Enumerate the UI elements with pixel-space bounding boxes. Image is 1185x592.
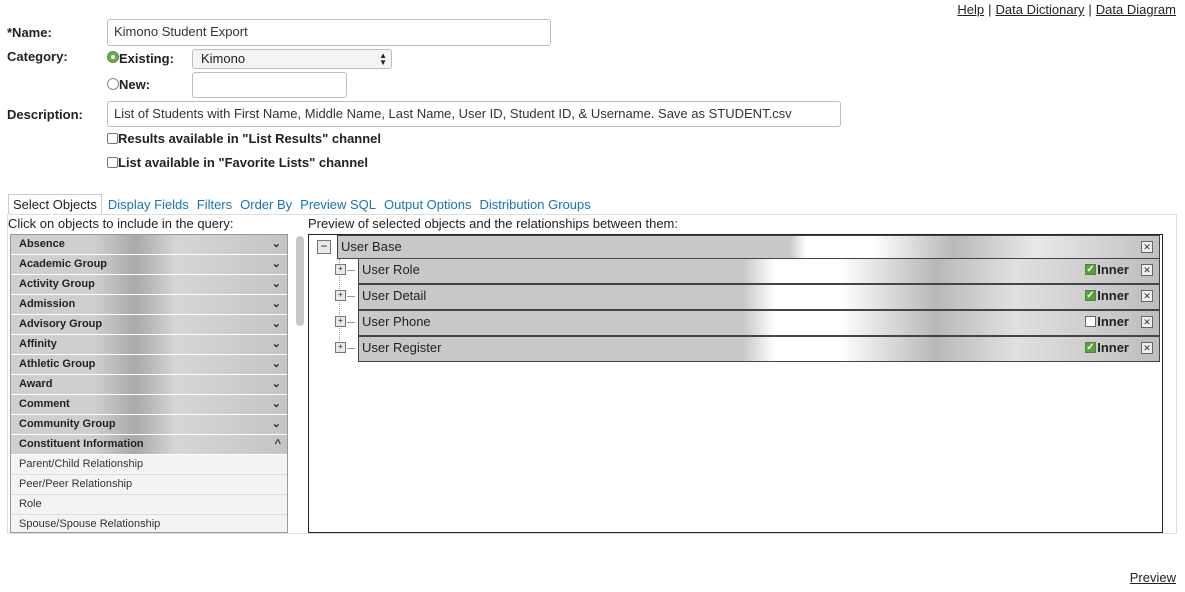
favorites-checkbox-row: List available in "Favorite Lists" chann…	[107, 155, 368, 170]
tab-select-objects[interactable]: Select Objects	[8, 194, 102, 215]
child-node-user-register[interactable]: User Register Inner ✕	[358, 336, 1160, 362]
object-list: Absence ⌄ Academic Group ⌄ Activity Group ⌄…	[10, 234, 288, 533]
relationship-preview: − User Base ✕ + User Role Inner ✕ + User…	[308, 234, 1163, 533]
favorites-checkbox-label: List available in "Favorite Lists" chann…	[118, 155, 369, 170]
chevron-down-icon: ⌄	[271, 418, 281, 430]
description-label: Description:	[7, 107, 83, 122]
expand-icon[interactable]: +	[335, 264, 346, 275]
child-node-user-role[interactable]: User Role Inner ✕	[358, 258, 1160, 284]
object-group-academic-group[interactable]: Academic Group ⌄	[11, 255, 287, 275]
tab-distribution-groups[interactable]: Distribution Groups	[475, 195, 594, 214]
inner-join-checkbox[interactable]	[1085, 342, 1097, 353]
description-input[interactable]: List of Students with First Name, Middle…	[107, 101, 841, 127]
object-group-activity-group[interactable]: Activity Group ⌄	[11, 275, 287, 295]
new-category-input[interactable]	[192, 72, 347, 98]
preview-link[interactable]: Preview	[1130, 570, 1176, 585]
object-group-comment[interactable]: Comment ⌄	[11, 395, 287, 415]
results-checkbox-row: Results available in "List Results" chan…	[107, 131, 381, 146]
child-node-label: User Register	[362, 340, 442, 355]
inner-join-toggle[interactable]: Inner	[1085, 259, 1129, 281]
existing-category-select[interactable]: Kimono ▲ ▼	[192, 49, 392, 69]
object-list-scrollbar[interactable]	[296, 236, 304, 326]
name-label: *Name:	[7, 25, 52, 40]
existing-label: Existing:	[119, 51, 174, 66]
tree-branch	[347, 296, 355, 297]
inner-join-toggle[interactable]: Inner	[1085, 285, 1129, 307]
object-item-role[interactable]: Role	[11, 495, 287, 515]
inner-join-checkbox[interactable]	[1085, 316, 1097, 327]
query-tabs: Select Objects Display Fields Filters Order…	[8, 194, 1177, 215]
preview-instruction: Preview of selected objects and the rela…	[308, 216, 678, 231]
chevron-down-icon: ⌄	[271, 338, 281, 350]
new-radio[interactable]	[107, 78, 119, 93]
favorites-checkbox[interactable]	[107, 157, 118, 168]
remove-icon[interactable]: ✕	[1141, 316, 1153, 328]
chevron-down-icon: ⌄	[271, 298, 281, 310]
chevron-up-icon: ^	[274, 438, 281, 450]
new-label: New:	[119, 77, 151, 92]
select-arrows-icon: ▲ ▼	[379, 51, 387, 67]
chevron-down-icon: ⌄	[271, 318, 281, 330]
tab-order-by[interactable]: Order By	[236, 195, 296, 214]
object-item-spouse-spouse-relationship[interactable]: Spouse/Spouse Relationship	[11, 515, 287, 532]
expand-icon[interactable]: +	[335, 342, 346, 353]
tab-display-fields[interactable]: Display Fields	[104, 195, 193, 214]
object-group-affinity[interactable]: Affinity ⌄	[11, 335, 287, 355]
chevron-down-icon: ⌄	[271, 398, 281, 410]
collapse-icon[interactable]: −	[317, 240, 331, 254]
child-node-label: User Phone	[362, 314, 431, 329]
root-node-label: User Base	[341, 239, 402, 254]
object-group-advisory-group[interactable]: Advisory Group ⌄	[11, 315, 287, 335]
results-checkbox-label: Results available in "List Results" chan…	[118, 131, 382, 146]
object-group-admission[interactable]: Admission ⌄	[11, 295, 287, 315]
expand-icon[interactable]: +	[335, 290, 346, 301]
top-links: Help | Data Dictionary | Data Diagram	[957, 2, 1176, 17]
chevron-down-icon: ⌄	[271, 278, 281, 290]
inner-join-toggle[interactable]: Inner	[1085, 337, 1129, 359]
expand-icon[interactable]: +	[335, 316, 346, 327]
tab-filters[interactable]: Filters	[193, 195, 236, 214]
chevron-down-icon: ⌄	[271, 358, 281, 370]
object-item-peer-peer-relationship[interactable]: Peer/Peer Relationship	[11, 475, 287, 495]
name-input[interactable]: Kimono Student Export	[107, 19, 551, 46]
child-node-label: User Role	[362, 262, 420, 277]
results-checkbox[interactable]	[107, 133, 118, 144]
tree-branch	[347, 322, 355, 323]
tree-branch	[347, 270, 355, 271]
chevron-down-icon: ⌄	[271, 378, 281, 390]
data-diagram-link[interactable]: Data Diagram	[1096, 2, 1176, 17]
root-node[interactable]: User Base ✕	[337, 235, 1160, 259]
tree-branch	[347, 348, 355, 349]
object-group-community-group[interactable]: Community Group ⌄	[11, 415, 287, 435]
inner-join-checkbox[interactable]	[1085, 290, 1097, 301]
object-group-absence[interactable]: Absence ⌄	[11, 235, 287, 255]
category-label: Category:	[7, 49, 68, 64]
help-link[interactable]: Help	[957, 2, 984, 17]
child-node-label: User Detail	[362, 288, 427, 303]
object-group-constituent-information[interactable]: Constituent Information ^	[11, 435, 287, 455]
object-group-award[interactable]: Award ⌄	[11, 375, 287, 395]
chevron-down-icon: ⌄	[271, 238, 281, 250]
object-group-athletic-group[interactable]: Athletic Group ⌄	[11, 355, 287, 375]
child-node-user-phone[interactable]: User Phone Inner ✕	[358, 310, 1160, 336]
existing-radio[interactable]	[107, 51, 119, 66]
remove-icon[interactable]: ✕	[1141, 342, 1153, 354]
remove-icon[interactable]: ✕	[1141, 290, 1153, 302]
remove-icon[interactable]: ✕	[1141, 241, 1153, 253]
tab-preview-sql[interactable]: Preview SQL	[296, 195, 380, 214]
existing-category-value: Kimono	[201, 51, 246, 66]
inner-join-toggle[interactable]: Inner	[1085, 311, 1129, 333]
tab-output-options[interactable]: Output Options	[380, 195, 475, 214]
remove-icon[interactable]: ✕	[1141, 264, 1153, 276]
child-node-user-detail[interactable]: User Detail Inner ✕	[358, 284, 1160, 310]
objects-instruction: Click on objects to include in the query…	[8, 216, 234, 231]
object-item-parent-child-relationship[interactable]: Parent/Child Relationship	[11, 455, 287, 475]
inner-join-checkbox[interactable]	[1085, 264, 1097, 275]
chevron-down-icon: ⌄	[271, 258, 281, 270]
data-dictionary-link[interactable]: Data Dictionary	[996, 2, 1085, 17]
